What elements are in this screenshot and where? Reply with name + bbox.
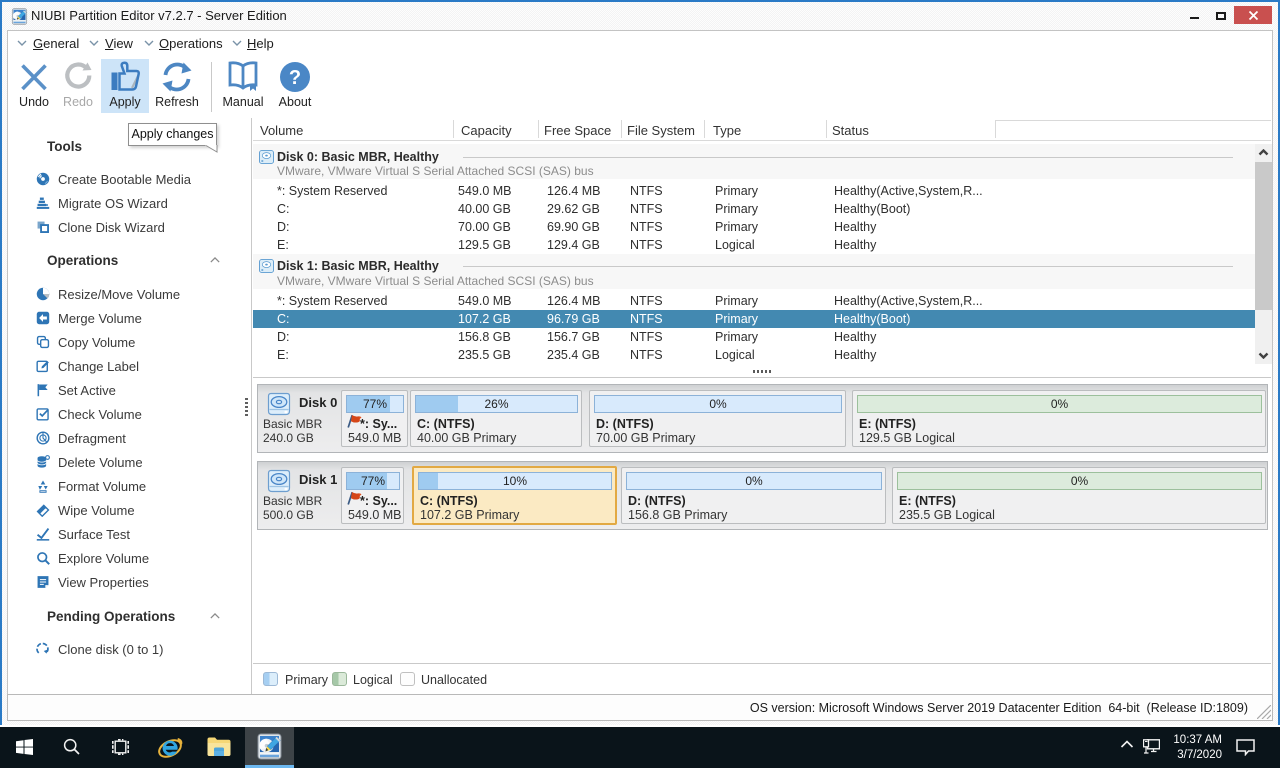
- svg-text:?: ?: [289, 67, 301, 89]
